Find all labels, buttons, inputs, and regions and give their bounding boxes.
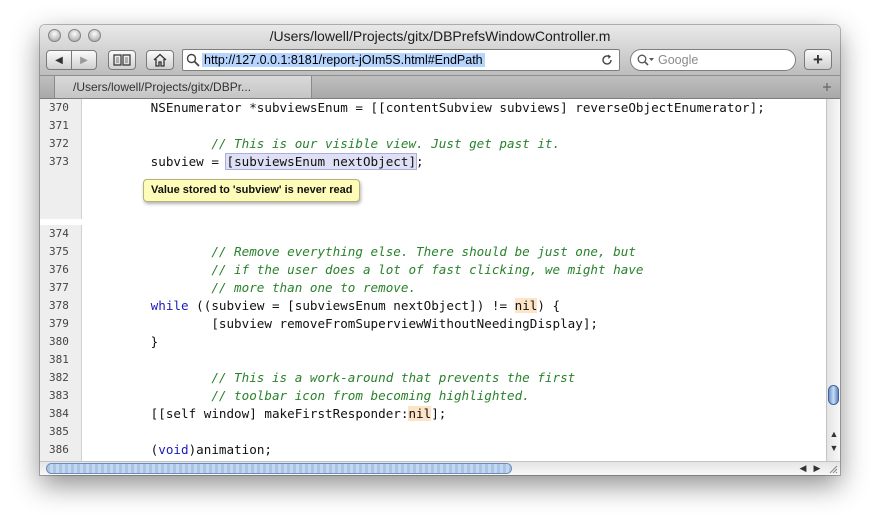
code-line: 374	[40, 225, 826, 243]
new-tab-button[interactable]: +	[804, 49, 832, 70]
line-number: 371	[40, 117, 82, 135]
code-line: 376 // if the user does a lot of fast cl…	[40, 261, 826, 279]
code-line: 384 [[self window] makeFirstResponder:ni…	[40, 405, 826, 423]
window-title: /Users/lowell/Projects/gitx/DBPrefsWindo…	[269, 28, 611, 44]
code-line: 382 // This is a work-around that preven…	[40, 369, 826, 387]
code-line: 371	[40, 117, 826, 135]
line-number: 377	[40, 279, 82, 297]
line-number: 382	[40, 369, 82, 387]
vertical-scroll-thumb[interactable]	[828, 385, 839, 405]
line-number: 374	[40, 225, 82, 243]
line-number: 386	[40, 441, 82, 459]
line-number: 373	[40, 153, 82, 171]
line-number: 385	[40, 423, 82, 441]
code-line: 372 // This is our visible view. Just ge…	[40, 135, 826, 153]
code-line: 386 (void)animation;	[40, 441, 826, 459]
horizontal-scrollbar[interactable]: ◀ ▶	[40, 461, 840, 475]
code-line: 381	[40, 351, 826, 369]
code-comment: // toolbar icon from becoming highlighte…	[90, 388, 530, 403]
browser-window: /Users/lowell/Projects/gitx/DBPrefsWindo…	[40, 25, 840, 475]
home-icon	[153, 53, 167, 67]
code-text-while: while ((subview = [subviewsEnum nextObje…	[150, 298, 561, 313]
add-tab-icon[interactable]	[822, 82, 832, 92]
tab-bar: /Users/lowell/Projects/gitx/DBPr...	[40, 76, 840, 99]
horizontal-scroll-thumb[interactable]	[46, 463, 512, 474]
scroll-right-arrow-icon[interactable]: ▶	[812, 463, 822, 473]
line-number: 378	[40, 297, 82, 315]
code-comment: // This is our visible view. Just get pa…	[90, 136, 561, 151]
forward-button[interactable]: ▶	[71, 50, 97, 70]
annotation-gutter	[40, 171, 82, 219]
home-button[interactable]	[146, 50, 174, 70]
code-comment: // if the user does a lot of fast clicki…	[90, 262, 644, 277]
analyzer-warning-bubble: Value stored to 'subview' is never read	[143, 179, 361, 202]
plus-icon: +	[813, 49, 823, 69]
code-line: 380 }	[40, 333, 826, 351]
line-number: 381	[40, 351, 82, 369]
issue-highlight: [subviewsEnum nextObject]	[225, 153, 418, 170]
line-number: 379	[40, 315, 82, 333]
code-text: [subview removeFromSuperviewWithoutNeedi…	[90, 316, 598, 331]
scroll-down-arrow-icon[interactable]: ▼	[829, 443, 839, 453]
search-field[interactable]: Google	[630, 49, 796, 71]
book-icon	[113, 54, 131, 66]
scroll-left-arrow-icon[interactable]: ◀	[798, 463, 808, 473]
line-number: 376	[40, 261, 82, 279]
code-line: 375 // Remove everything else. There sho…	[40, 243, 826, 261]
magnifier-icon	[186, 53, 200, 67]
line-number: 383	[40, 387, 82, 405]
line-number: 375	[40, 243, 82, 261]
code-line: 385	[40, 423, 826, 441]
code-text-responder: [[self window] makeFirstResponder:nil];	[90, 406, 447, 421]
code-line: 377 // more than one to remove.	[40, 279, 826, 297]
line-number: 370	[40, 99, 82, 117]
line-number: 380	[40, 333, 82, 351]
titlebar: /Users/lowell/Projects/gitx/DBPrefsWindo…	[40, 25, 840, 76]
bookmarks-button[interactable]	[108, 50, 136, 70]
vertical-scrollbar[interactable]: ▲ ▼	[826, 99, 840, 461]
search-placeholder: Google	[658, 53, 699, 67]
reload-icon[interactable]	[601, 54, 613, 66]
code-text: NSEnumerator *subviewsEnum = [[contentSu…	[90, 100, 765, 115]
line-number: 372	[40, 135, 82, 153]
line-number: 384	[40, 405, 82, 423]
url-text[interactable]: http://127.0.0.1:8181/report-jOIm5S.html…	[202, 53, 485, 67]
address-bar[interactable]: http://127.0.0.1:8181/report-jOIm5S.html…	[182, 49, 620, 71]
source-code-view: 370 NSEnumerator *subviewsEnum = [[conte…	[40, 99, 826, 461]
code-line: 378 while ((subview = [subviewsEnum next…	[40, 297, 826, 315]
back-button[interactable]: ◀	[46, 50, 72, 70]
code-line: 383 // toolbar icon from becoming highli…	[40, 387, 826, 405]
code-line: 373 subview = [subviewsEnum nextObject];	[40, 153, 826, 171]
forward-arrow-icon: ▶	[80, 54, 88, 66]
scroll-up-arrow-icon[interactable]: ▲	[829, 429, 839, 439]
search-icon	[637, 54, 654, 66]
code-comment: // more than one to remove.	[90, 280, 417, 295]
resize-grip-icon[interactable]	[827, 463, 838, 474]
code-line: 370 NSEnumerator *subviewsEnum = [[conte…	[40, 99, 826, 117]
code-text-with-issue: subview = [subviewsEnum nextObject];	[90, 153, 424, 170]
code-comment: // This is a work-around that prevents t…	[90, 370, 576, 385]
code-line: 379 [subview removeFromSuperviewWithoutN…	[40, 315, 826, 333]
tab-current[interactable]: /Users/lowell/Projects/gitx/DBPr...	[54, 76, 312, 98]
code-text-void: (void)animation;	[90, 442, 272, 457]
back-arrow-icon: ◀	[55, 54, 63, 66]
code-text: }	[90, 334, 159, 349]
code-comment: // Remove everything else. There should …	[90, 244, 636, 259]
tab-label: /Users/lowell/Projects/gitx/DBPr...	[73, 80, 252, 94]
